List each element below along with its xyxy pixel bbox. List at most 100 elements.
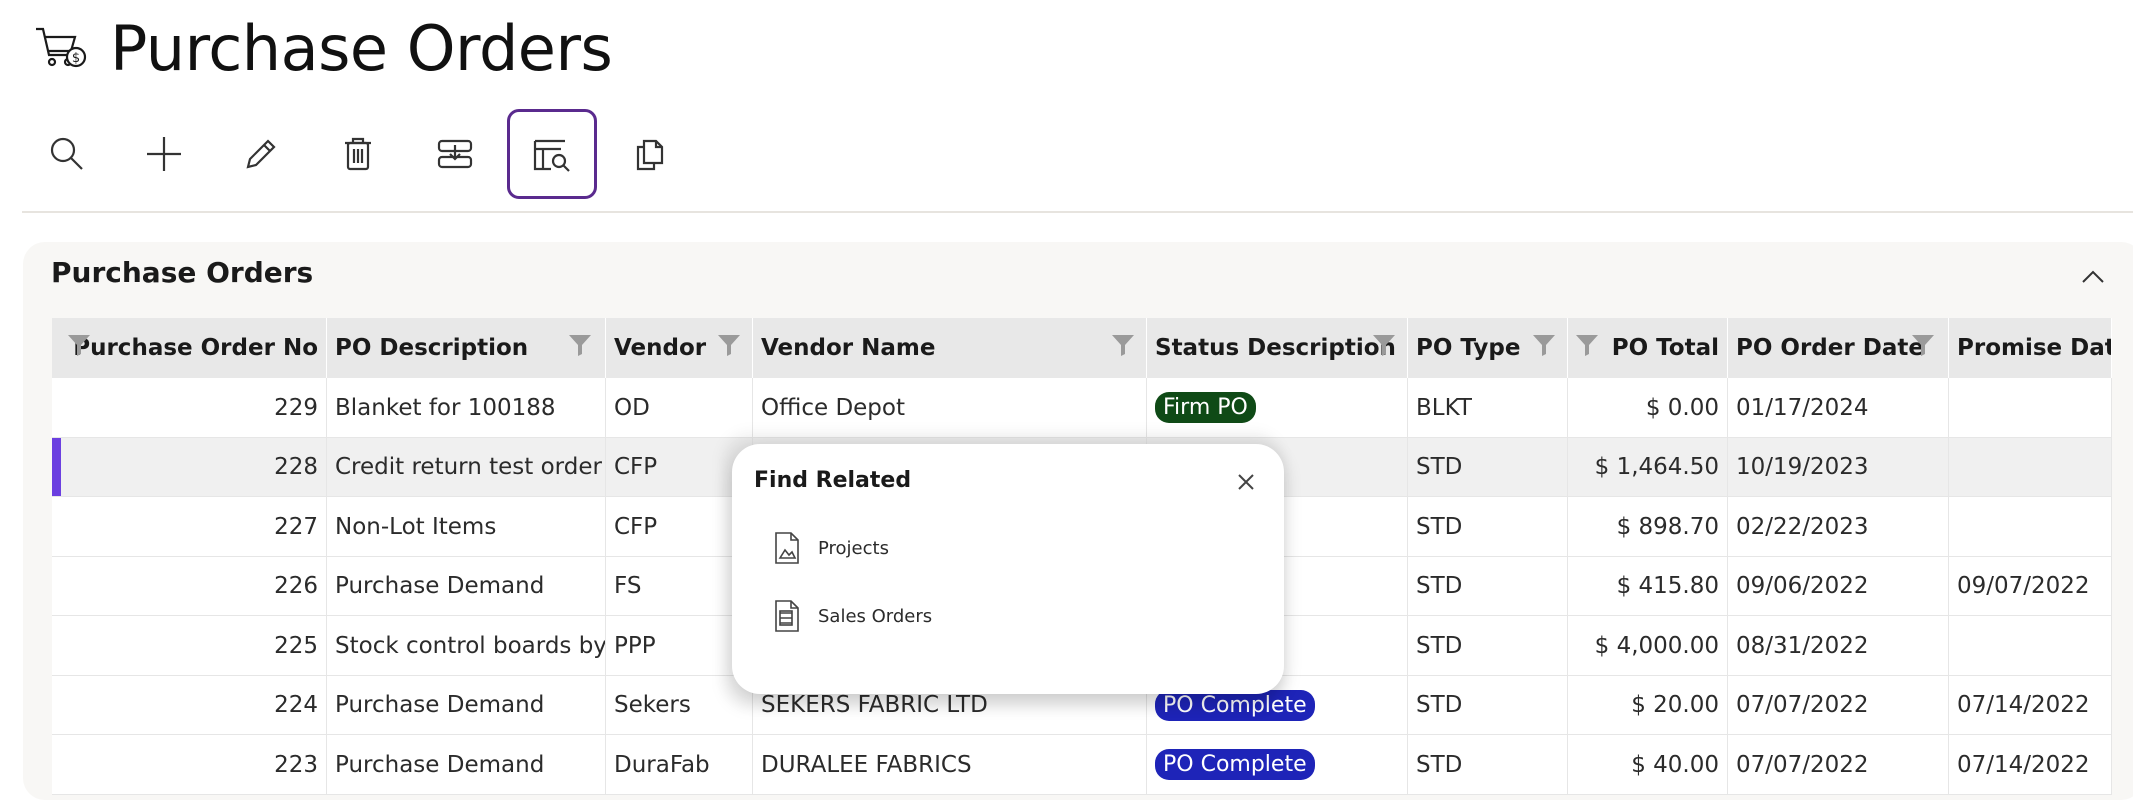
po-description-cell: Purchase Demand — [327, 735, 606, 795]
popup-item-label: Sales Orders — [818, 605, 933, 627]
filter-icon[interactable] — [1531, 332, 1557, 358]
vendor-cell: DuraFab — [606, 735, 753, 795]
filter-icon[interactable] — [66, 332, 92, 358]
download-tray-icon — [437, 139, 473, 169]
copy-button[interactable] — [604, 109, 694, 199]
pencil-icon — [246, 139, 276, 169]
column-header-purchase-order-no[interactable]: Purchase Order No — [52, 318, 327, 378]
table-header-row: Purchase Order No PO Description Vendor … — [52, 318, 2112, 378]
promise-date-cell: 07/14/2022 — [1949, 735, 2112, 795]
po-type-cell: STD — [1408, 437, 1568, 497]
vendor-name-cell: DURALEE FABRICS — [753, 735, 1147, 795]
document-list-icon — [775, 600, 799, 632]
close-icon[interactable] — [1234, 470, 1258, 494]
po-number-cell: 227 — [52, 497, 327, 557]
filter-icon[interactable] — [716, 332, 742, 358]
promise-date-cell — [1949, 616, 2112, 676]
promise-date-cell — [1949, 497, 2112, 557]
column-label: PO Description — [335, 335, 529, 361]
column-label: Purchase Order No — [73, 335, 318, 361]
column-label: Status Description — [1155, 335, 1396, 361]
po-type-cell: STD — [1408, 497, 1568, 557]
svg-text:$: $ — [72, 51, 80, 66]
find-related-projects[interactable]: Projects — [774, 528, 889, 568]
shopping-cart-dollar-icon: $ — [36, 27, 87, 68]
column-label: PO Order Date — [1736, 335, 1924, 361]
status-cell: Firm PO — [1147, 378, 1408, 438]
po-description-cell: Non-Lot Items — [327, 497, 606, 557]
po-number-cell: 229 — [52, 378, 327, 438]
po-description-cell: Purchase Demand — [327, 675, 606, 735]
add-button[interactable] — [119, 109, 209, 199]
po-type-cell: STD — [1408, 735, 1568, 795]
column-label: PO Total — [1611, 335, 1719, 361]
promise-date-cell: 07/14/2022 — [1949, 675, 2112, 735]
filter-icon[interactable] — [1574, 332, 1600, 358]
table-row[interactable]: 223 Purchase Demand DuraFab DURALEE FABR… — [52, 735, 2112, 795]
find-related-button[interactable] — [507, 109, 597, 199]
po-order-date-cell: 08/31/2022 — [1728, 616, 1949, 676]
column-header-vendor[interactable]: Vendor — [606, 318, 753, 378]
panel-title: Purchase Orders — [51, 256, 314, 289]
chevron-up-icon — [2082, 270, 2104, 283]
po-number-cell: 226 — [52, 556, 327, 616]
filter-icon[interactable] — [1910, 332, 1936, 358]
column-label: PO Type — [1416, 335, 1521, 361]
import-button[interactable] — [410, 109, 500, 199]
po-description-cell: Purchase Demand — [327, 556, 606, 616]
delete-button[interactable] — [313, 109, 403, 199]
search-button[interactable] — [22, 109, 112, 199]
po-type-cell: BLKT — [1408, 378, 1568, 438]
po-total-cell: $ 40.00 — [1568, 735, 1728, 795]
po-total-cell: $ 1,464.50 — [1568, 437, 1728, 497]
po-order-date-cell: 02/22/2023 — [1728, 497, 1949, 557]
po-number-cell: 228 — [52, 437, 327, 497]
column-header-promise-date[interactable]: Promise Date — [1949, 318, 2112, 378]
status-badge: PO Complete — [1155, 749, 1315, 781]
po-total-cell: $ 415.80 — [1568, 556, 1728, 616]
popup-item-label: Projects — [818, 537, 889, 559]
column-header-vendor-name[interactable]: Vendor Name — [753, 318, 1147, 378]
filter-icon[interactable] — [567, 332, 593, 358]
promise-date-cell: 09/07/2022 — [1949, 556, 2112, 616]
po-description-cell: Credit return test order — [327, 437, 606, 497]
column-header-po-description[interactable]: PO Description — [327, 318, 606, 378]
column-header-po-total[interactable]: PO Total — [1568, 318, 1728, 378]
table-search-icon — [533, 139, 570, 172]
column-label: Promise Date — [1957, 335, 2111, 361]
status-badge: Firm PO — [1155, 392, 1256, 424]
filter-icon[interactable] — [1110, 332, 1136, 358]
po-description-cell: Blanket for 100188 — [327, 378, 606, 438]
edit-button[interactable] — [216, 109, 306, 199]
filter-icon[interactable] — [1371, 332, 1397, 358]
search-icon — [50, 137, 83, 170]
po-number-cell: 224 — [52, 675, 327, 735]
plus-icon — [147, 137, 181, 171]
document-image-icon — [775, 532, 799, 564]
trash-icon — [345, 137, 371, 171]
toolbar-divider — [22, 211, 2133, 213]
column-header-po-order-date[interactable]: PO Order Date — [1728, 318, 1949, 378]
find-related-popup: Find Related Projects Sales Orders — [732, 444, 1284, 694]
po-type-cell: STD — [1408, 556, 1568, 616]
status-cell: PO Complete — [1147, 735, 1408, 795]
promise-date-cell — [1949, 378, 2112, 438]
po-order-date-cell: 07/07/2022 — [1728, 675, 1949, 735]
find-related-sales-orders[interactable]: Sales Orders — [774, 596, 932, 636]
table-row[interactable]: 229 Blanket for 100188 OD Office Depot F… — [52, 378, 2112, 438]
column-header-po-type[interactable]: PO Type — [1408, 318, 1568, 378]
copy-icon — [636, 139, 664, 171]
column-header-status-description[interactable]: Status Description — [1147, 318, 1408, 378]
po-order-date-cell: 09/06/2022 — [1728, 556, 1949, 616]
po-number-cell: 223 — [52, 735, 327, 795]
po-total-cell: $ 4,000.00 — [1568, 616, 1728, 676]
promise-date-cell — [1949, 437, 2112, 497]
column-label: Vendor Name — [761, 335, 936, 361]
collapse-button[interactable] — [2075, 262, 2111, 292]
po-total-cell: $ 898.70 — [1568, 497, 1728, 557]
po-type-cell: STD — [1408, 675, 1568, 735]
page-header: $ Purchase Orders — [32, 10, 613, 86]
po-total-cell: $ 0.00 — [1568, 378, 1728, 438]
popup-title: Find Related — [754, 468, 912, 493]
po-order-date-cell: 01/17/2024 — [1728, 378, 1949, 438]
